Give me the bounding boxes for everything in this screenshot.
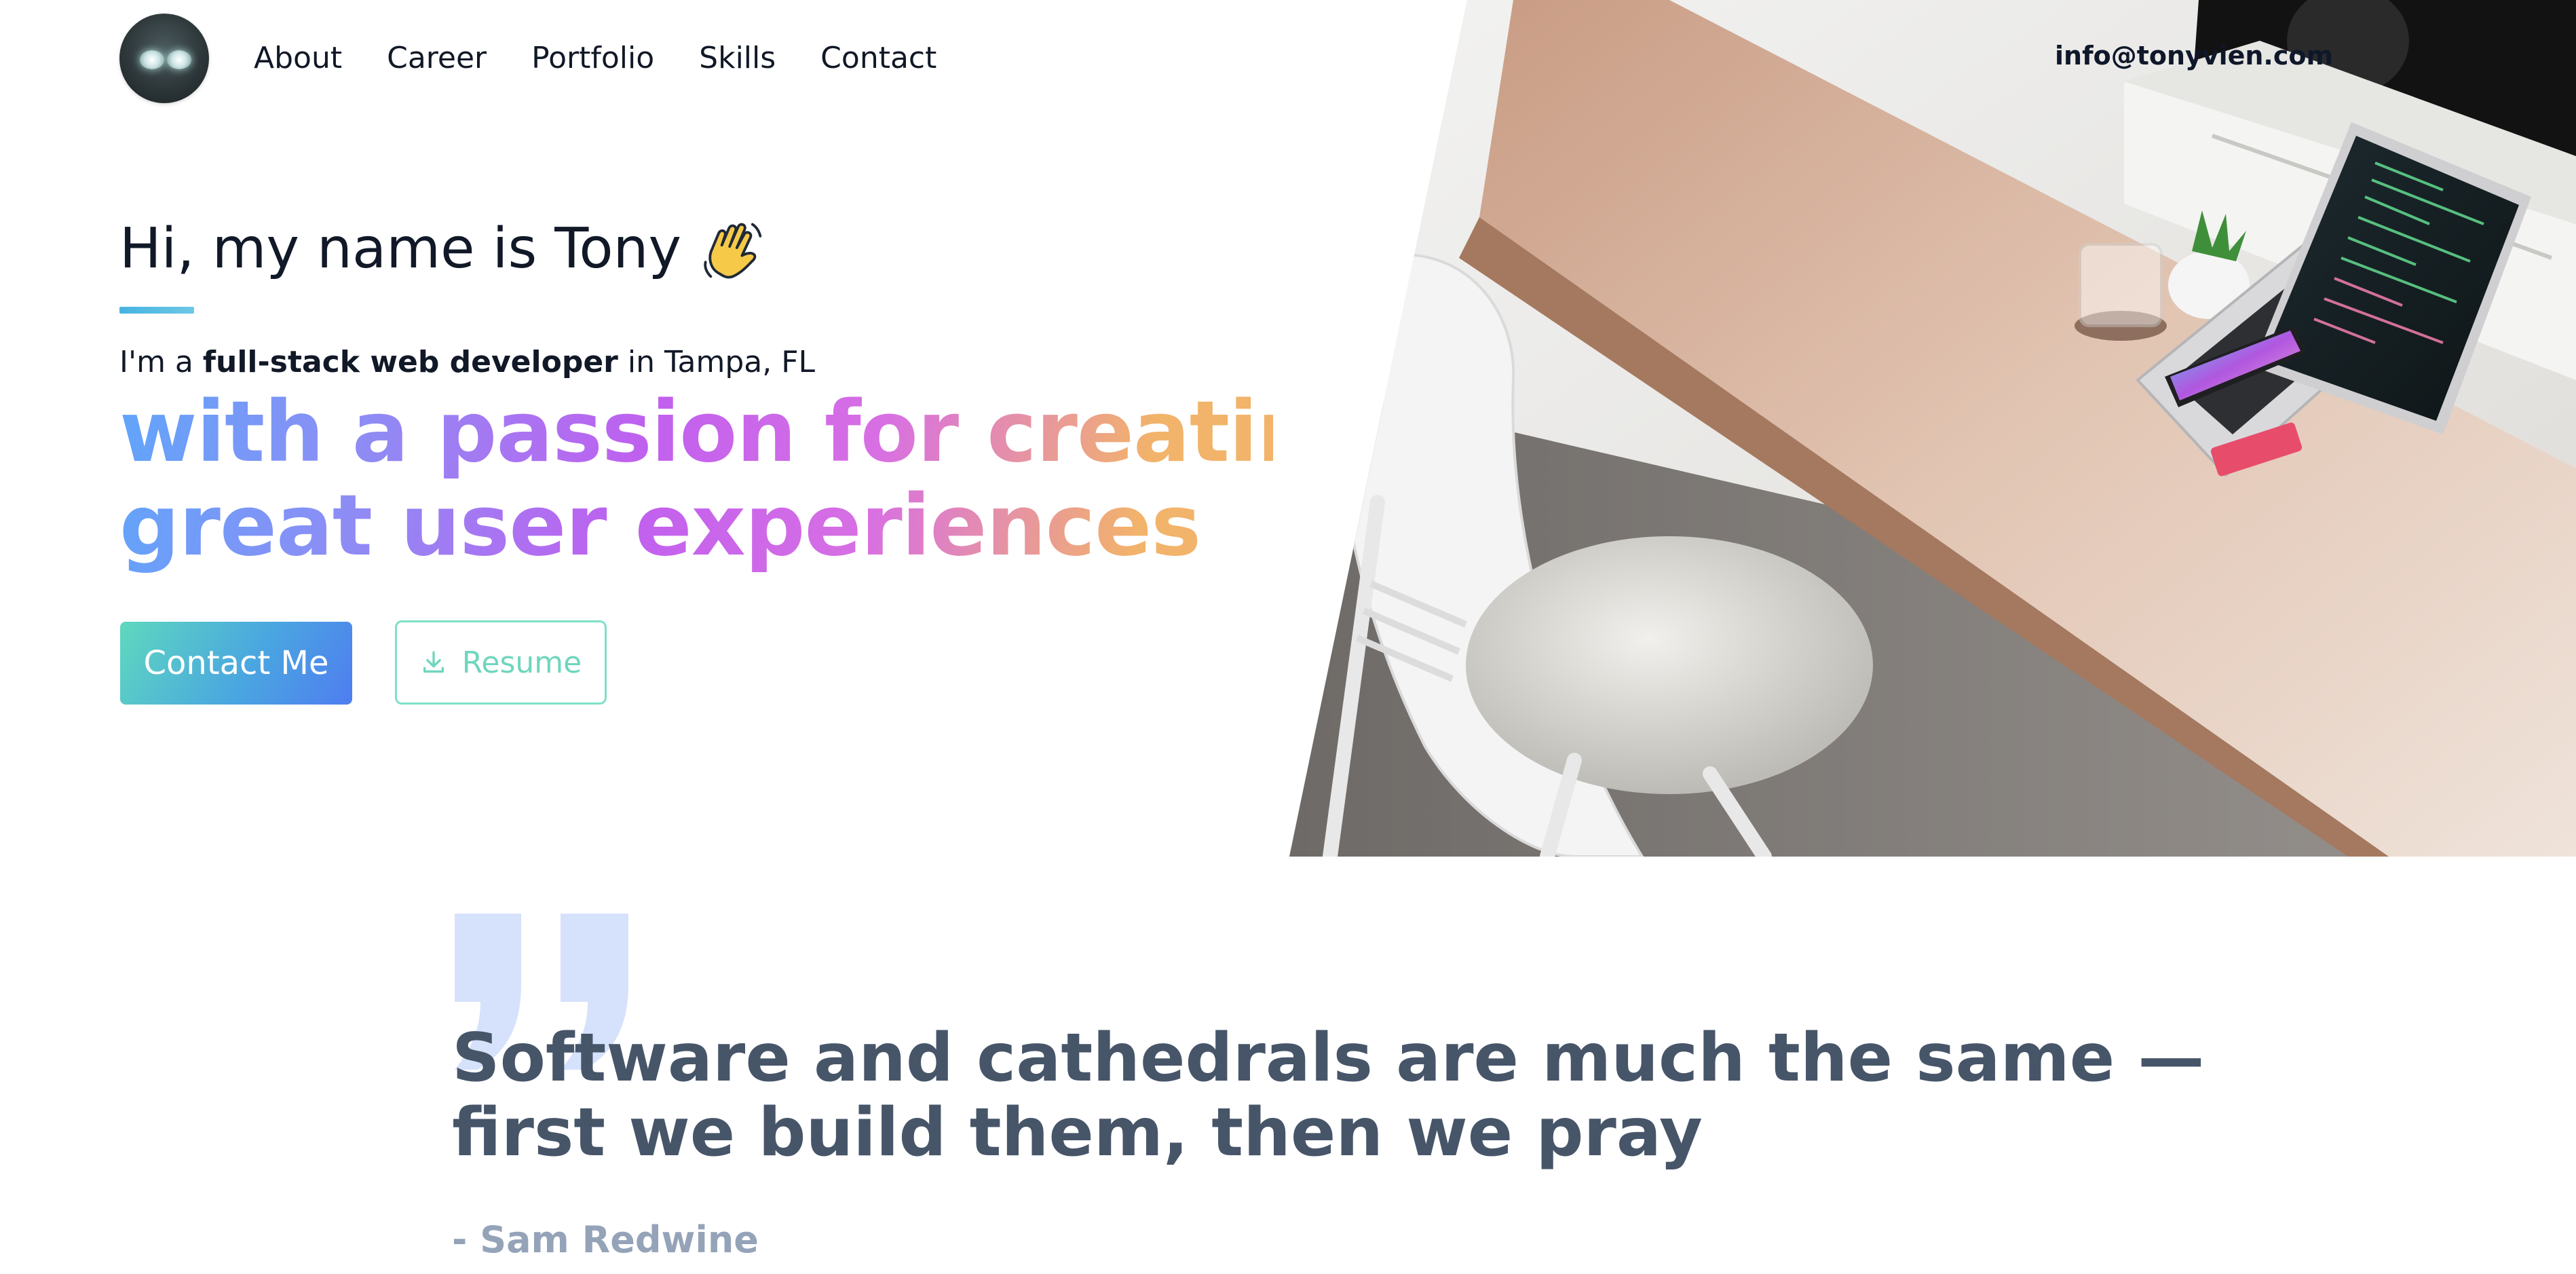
download-icon	[423, 651, 444, 673]
nav-career-link[interactable]: Career	[387, 38, 487, 79]
nav-portfolio-link[interactable]: Portfolio	[531, 38, 654, 79]
greeting-text: Hi, my name is Tony	[119, 217, 682, 281]
avatar-glasses-right	[167, 50, 191, 69]
main-nav: About Career Portfolio Skills Contact	[254, 38, 936, 79]
nav-skills-link[interactable]: Skills	[699, 38, 776, 79]
header-email-link[interactable]: info@tonyvien.com	[2055, 41, 2333, 71]
quote-text: Software and cathedrals are much the sam…	[452, 1019, 2205, 1172]
avatar[interactable]	[119, 14, 209, 103]
hero-photo	[1289, 0, 2576, 857]
intro-prefix: I'm a	[119, 345, 203, 379]
hero-greeting: Hi, my name is Tony	[119, 212, 765, 286]
desk-photo-illustration	[1289, 0, 2576, 857]
resume-button[interactable]: Resume	[395, 620, 607, 705]
intro-role: full-stack web developer	[202, 345, 618, 379]
resume-button-label: Resume	[461, 645, 582, 680]
contact-me-button[interactable]: Contact Me	[120, 622, 352, 705]
nav-about-link[interactable]: About	[254, 38, 342, 79]
nav-contact-link[interactable]: Contact	[820, 38, 936, 79]
waving-hand-icon	[704, 223, 762, 279]
hero-tagline: with a passion for creating great user e…	[119, 386, 1273, 573]
page: About Career Portfolio Skills Contact in…	[0, 0, 2576, 1274]
avatar-glasses-left	[140, 50, 164, 69]
quote-author: - Sam Redwine	[452, 1218, 759, 1261]
tagline-line-1: with a passion for creating	[119, 383, 1376, 481]
greeting-underline	[119, 307, 194, 314]
intro-location: in Tampa, FL	[618, 345, 816, 379]
tagline-line-2: great user experiences	[119, 477, 1201, 575]
hero-intro: I'm a full-stack web developer in Tampa,…	[119, 342, 815, 383]
